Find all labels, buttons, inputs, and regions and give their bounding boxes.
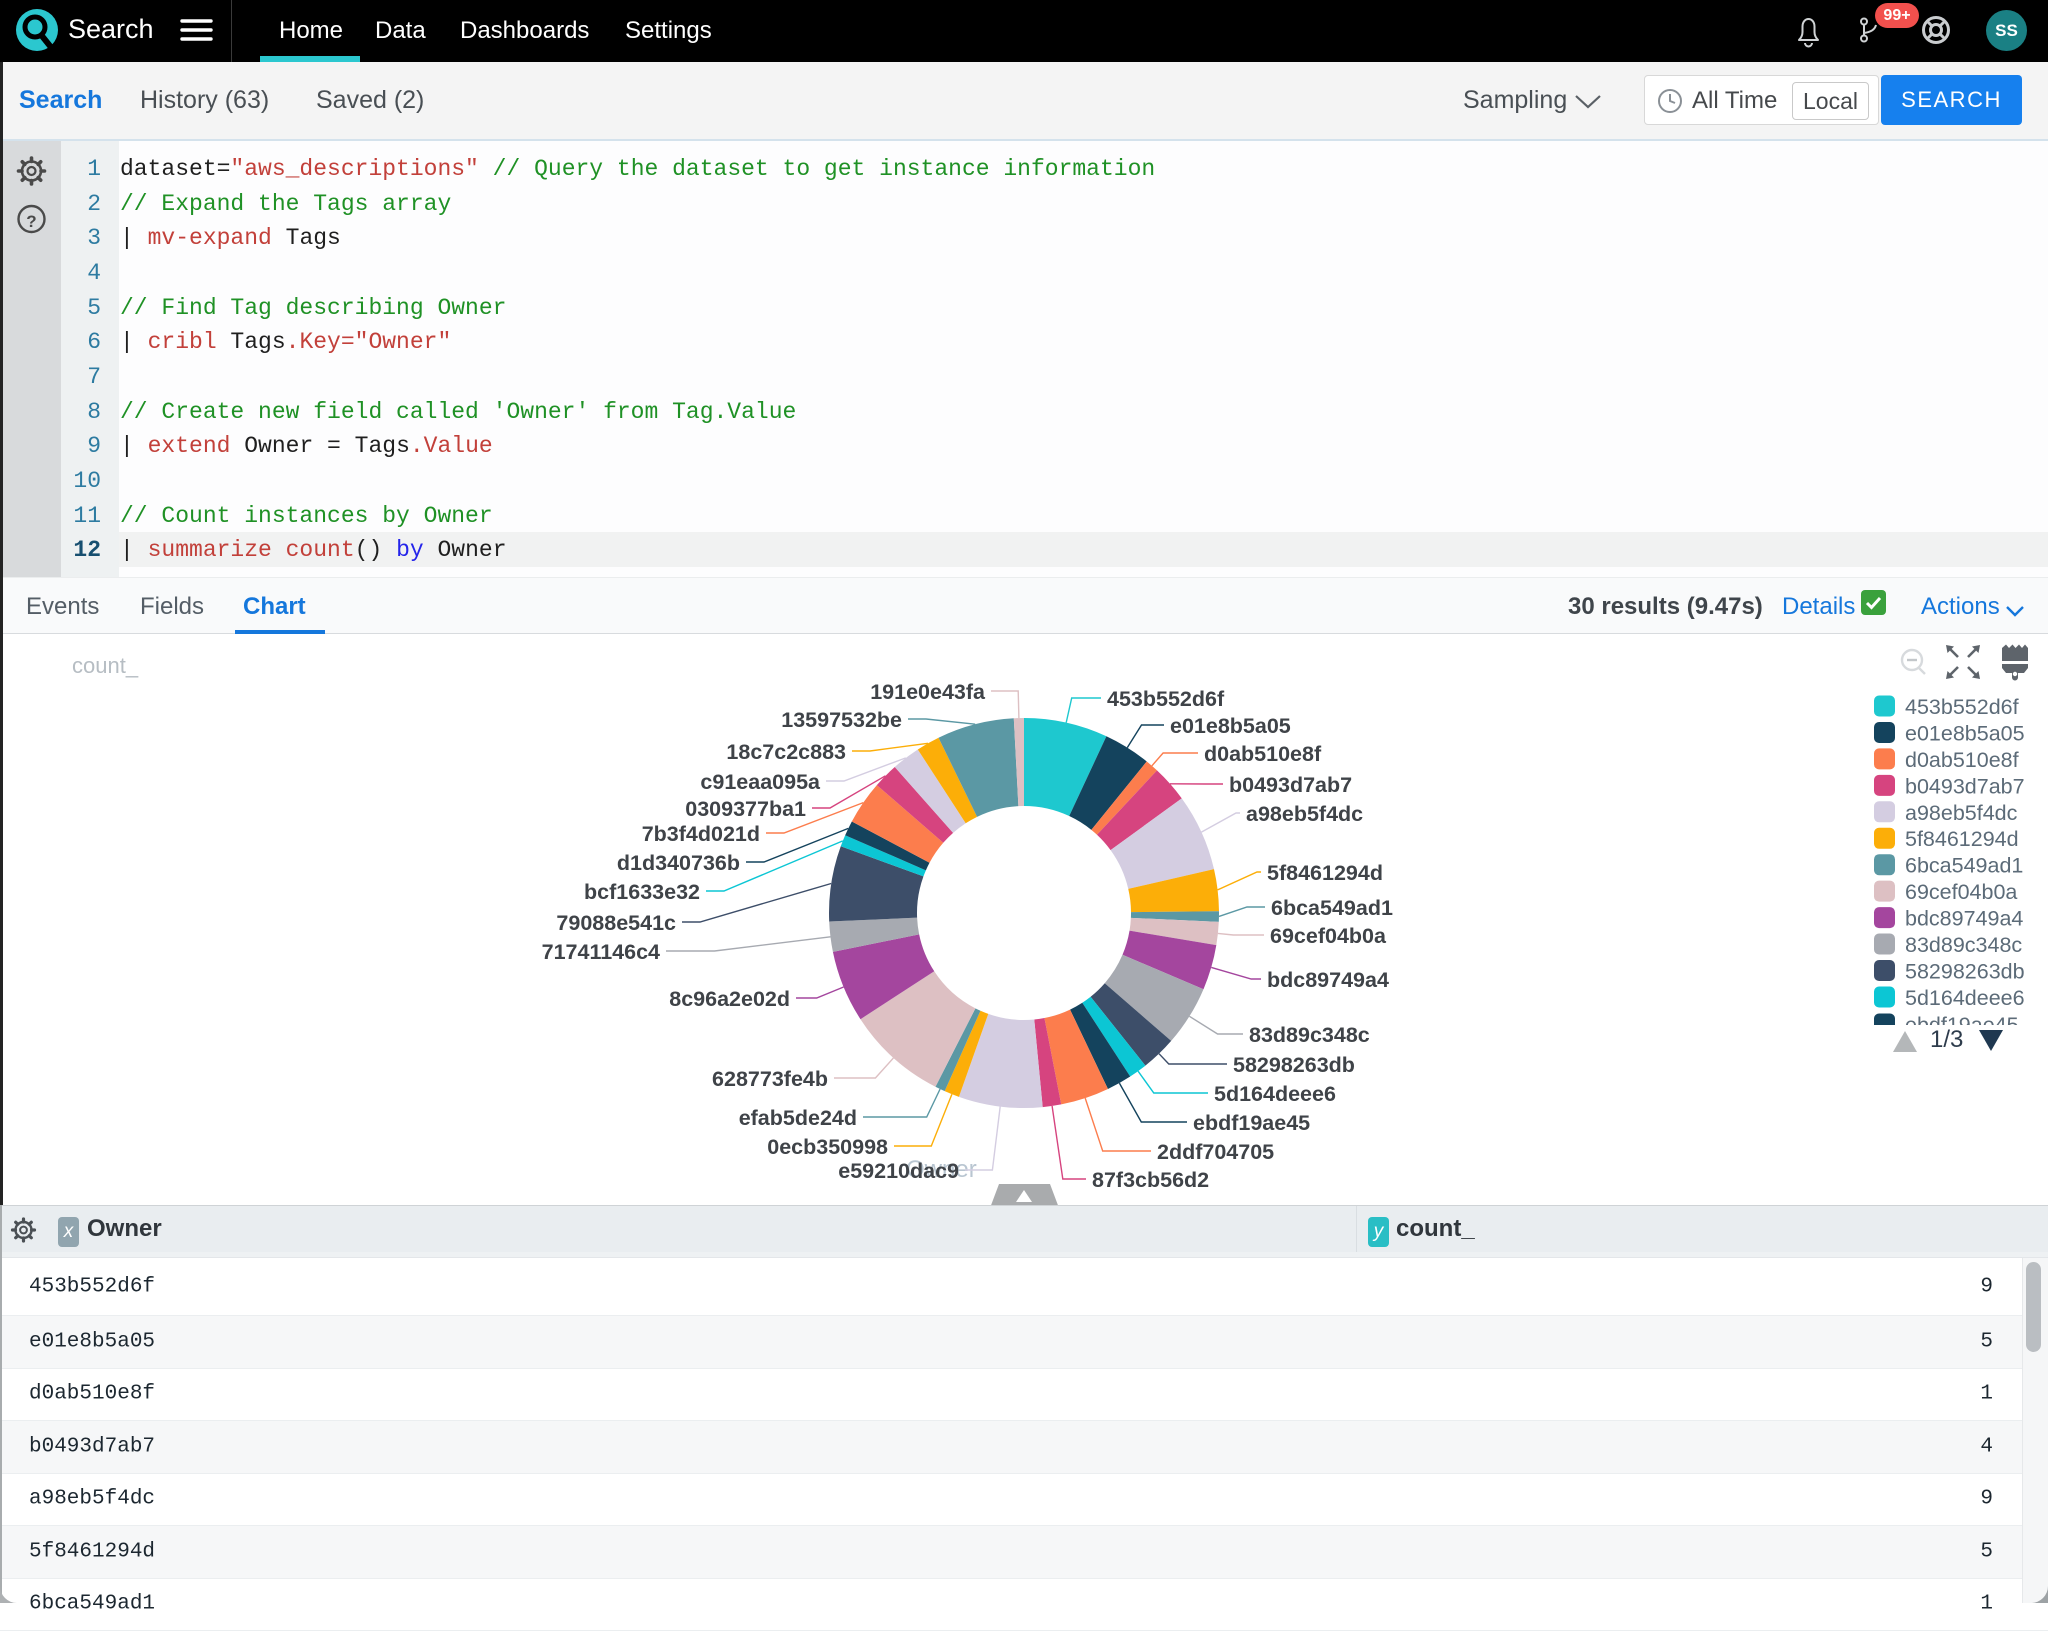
svg-text:453b552d6f: 453b552d6f [1905,695,2019,719]
svg-text:5d164deee6: 5d164deee6 [1214,1082,1336,1106]
svg-text:83d89c348c: 83d89c348c [1905,933,2022,957]
svg-text:a98eb5f4dc: a98eb5f4dc [1246,802,1363,826]
svg-text:b0493d7ab7: b0493d7ab7 [1229,773,1352,797]
svg-text:d1d340736b: d1d340736b [617,851,740,875]
svg-text:6bca549ad1: 6bca549ad1 [1905,854,2023,878]
svg-text:bcf1633e32: bcf1633e32 [584,880,700,904]
svg-text:79088e541c: 79088e541c [556,911,676,935]
svg-text:69cef04b0a: 69cef04b0a [1905,880,2017,904]
svg-text:71741146c4: 71741146c4 [542,940,660,964]
svg-text:58298263db: 58298263db [1905,960,2025,984]
svg-text:efab5de24d: efab5de24d [739,1106,857,1130]
svg-text:b0493d7ab7: b0493d7ab7 [1905,774,2025,798]
svg-text:87f3cb56d2: 87f3cb56d2 [1092,1168,1209,1192]
svg-text:c91eaa095a: c91eaa095a [700,770,821,794]
svg-text:6bca549ad1: 6bca549ad1 [1271,896,1393,920]
svg-text:628773fe4b: 628773fe4b [712,1067,828,1091]
svg-text:69cef04b0a: 69cef04b0a [1270,924,1387,948]
svg-text:?: ? [26,212,36,231]
svg-text:5f8461294d: 5f8461294d [1267,861,1383,885]
svg-text:18c7c2c883: 18c7c2c883 [726,740,846,764]
svg-text:83d89c348c: 83d89c348c [1249,1023,1370,1047]
svg-text:e01e8b5a05: e01e8b5a05 [1170,714,1291,738]
svg-text:58298263db: 58298263db [1233,1053,1355,1077]
svg-text:d0ab510e8f: d0ab510e8f [1204,742,1322,766]
svg-text:d0ab510e8f: d0ab510e8f [1905,748,2019,772]
svg-text:a98eb5f4dc: a98eb5f4dc [1905,801,2018,825]
svg-text:5d164deee6: 5d164deee6 [1905,986,2025,1010]
svg-text:5f8461294d: 5f8461294d [1905,827,2019,851]
svg-text:7b3f4d021d: 7b3f4d021d [642,822,760,846]
svg-text:e59210dac9: e59210dac9 [838,1159,959,1183]
svg-text:e01e8b5a05: e01e8b5a05 [1905,722,2025,746]
svg-text:ebdf19ae45: ebdf19ae45 [1193,1111,1310,1135]
svg-text:2ddf704705: 2ddf704705 [1157,1140,1274,1164]
svg-text:bdc89749a4: bdc89749a4 [1267,968,1389,992]
svg-text:0ecb350998: 0ecb350998 [767,1135,888,1159]
svg-text:453b552d6f: 453b552d6f [1107,687,1225,711]
svg-text:191e0e43fa: 191e0e43fa [870,680,986,704]
svg-text:bdc89749a4: bdc89749a4 [1905,907,2023,931]
svg-text:13597532be: 13597532be [781,708,902,732]
svg-text:8c96a2e02d: 8c96a2e02d [669,987,790,1011]
svg-text:0309377ba1: 0309377ba1 [685,797,806,821]
